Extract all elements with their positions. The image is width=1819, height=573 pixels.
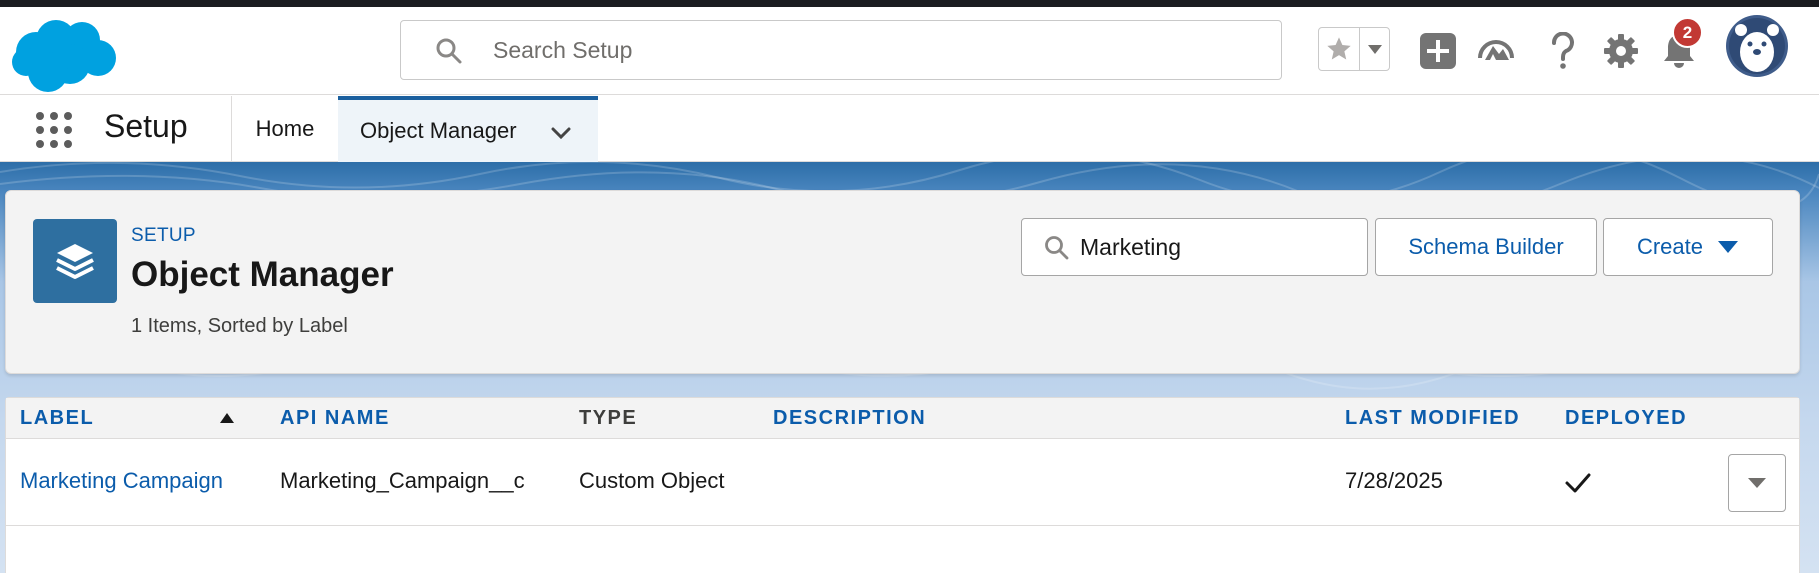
schema-builder-button[interactable]: Schema Builder: [1375, 218, 1597, 276]
notification-badge: 2: [1672, 17, 1703, 48]
column-header-label[interactable]: LABEL: [20, 407, 94, 430]
salesforce-cloud-logo[interactable]: [8, 14, 116, 94]
star-icon: [1327, 37, 1351, 60]
tab-object-manager-label: Object Manager: [360, 118, 517, 143]
chevron-down-icon: [1748, 478, 1766, 488]
object-manager-tile: [33, 219, 117, 303]
tab-object-manager[interactable]: Object Manager: [338, 96, 598, 162]
global-actions-button[interactable]: [1418, 31, 1458, 71]
chevron-down-icon: [1367, 45, 1382, 54]
column-header-type: TYPE: [579, 407, 638, 429]
favorites-group: [1318, 27, 1390, 71]
context-bar: Setup Home Object Manager: [0, 96, 1819, 162]
table-header: LABEL API NAME TYPE DESCRIPTION LAST MOD…: [6, 398, 1799, 439]
global-search-input[interactable]: [493, 31, 1253, 69]
help-button[interactable]: [1543, 31, 1583, 71]
objects-table: LABEL API NAME TYPE DESCRIPTION LAST MOD…: [5, 397, 1800, 573]
favorites-button[interactable]: [1319, 28, 1361, 70]
global-header: 2: [0, 7, 1819, 95]
sort-ascending-icon[interactable]: [219, 412, 235, 424]
plus-icon: [1420, 33, 1456, 69]
setup-gear-button[interactable]: [1601, 31, 1641, 71]
schema-builder-label: Schema Builder: [1408, 234, 1564, 259]
create-button[interactable]: Create: [1603, 218, 1773, 276]
object-label-link[interactable]: Marketing Campaign: [20, 468, 223, 494]
row-actions-button[interactable]: [1728, 454, 1786, 512]
breadcrumb-setup[interactable]: SETUP: [131, 225, 196, 247]
tab-home[interactable]: Home: [232, 96, 338, 162]
check-icon: [1565, 473, 1591, 493]
top-strip: [0, 0, 1819, 7]
gear-icon: [1604, 34, 1638, 68]
table-row: Marketing Campaign Marketing_Campaign__c…: [6, 440, 1799, 526]
column-header-api-name[interactable]: API NAME: [280, 407, 390, 430]
app-name: Setup: [104, 108, 188, 144]
layers-icon: [56, 244, 94, 279]
object-last-modified: 7/28/2025: [1345, 468, 1443, 493]
chevron-down-icon[interactable]: [548, 120, 574, 146]
favorites-menu-button[interactable]: [1360, 28, 1389, 70]
column-header-last-modified[interactable]: LAST MODIFIED: [1345, 407, 1520, 430]
object-manager-header: SETUP Object Manager 1 Items, Sorted by …: [5, 190, 1800, 374]
app-launcher-icon[interactable]: [34, 110, 74, 150]
global-search-box[interactable]: [400, 20, 1282, 80]
search-icon: [436, 38, 462, 64]
trailhead-button[interactable]: [1476, 31, 1516, 71]
search-icon: [1045, 236, 1069, 260]
object-type: Custom Object: [579, 468, 725, 493]
help-icon: [1552, 32, 1574, 69]
quick-find-input[interactable]: [1080, 229, 1350, 265]
column-header-deployed[interactable]: DEPLOYED: [1565, 407, 1687, 430]
object-api-name: Marketing_Campaign__c: [280, 468, 525, 493]
trailhead-icon: [1478, 40, 1514, 60]
chevron-down-icon: [1718, 241, 1739, 253]
avatar-bear[interactable]: [1725, 14, 1789, 78]
column-header-description[interactable]: DESCRIPTION: [773, 407, 926, 430]
page-title: Object Manager: [131, 255, 394, 294]
list-meta: 1 Items, Sorted by Label: [131, 315, 348, 337]
quick-find-box[interactable]: [1021, 218, 1368, 276]
create-label: Create: [1636, 234, 1704, 259]
